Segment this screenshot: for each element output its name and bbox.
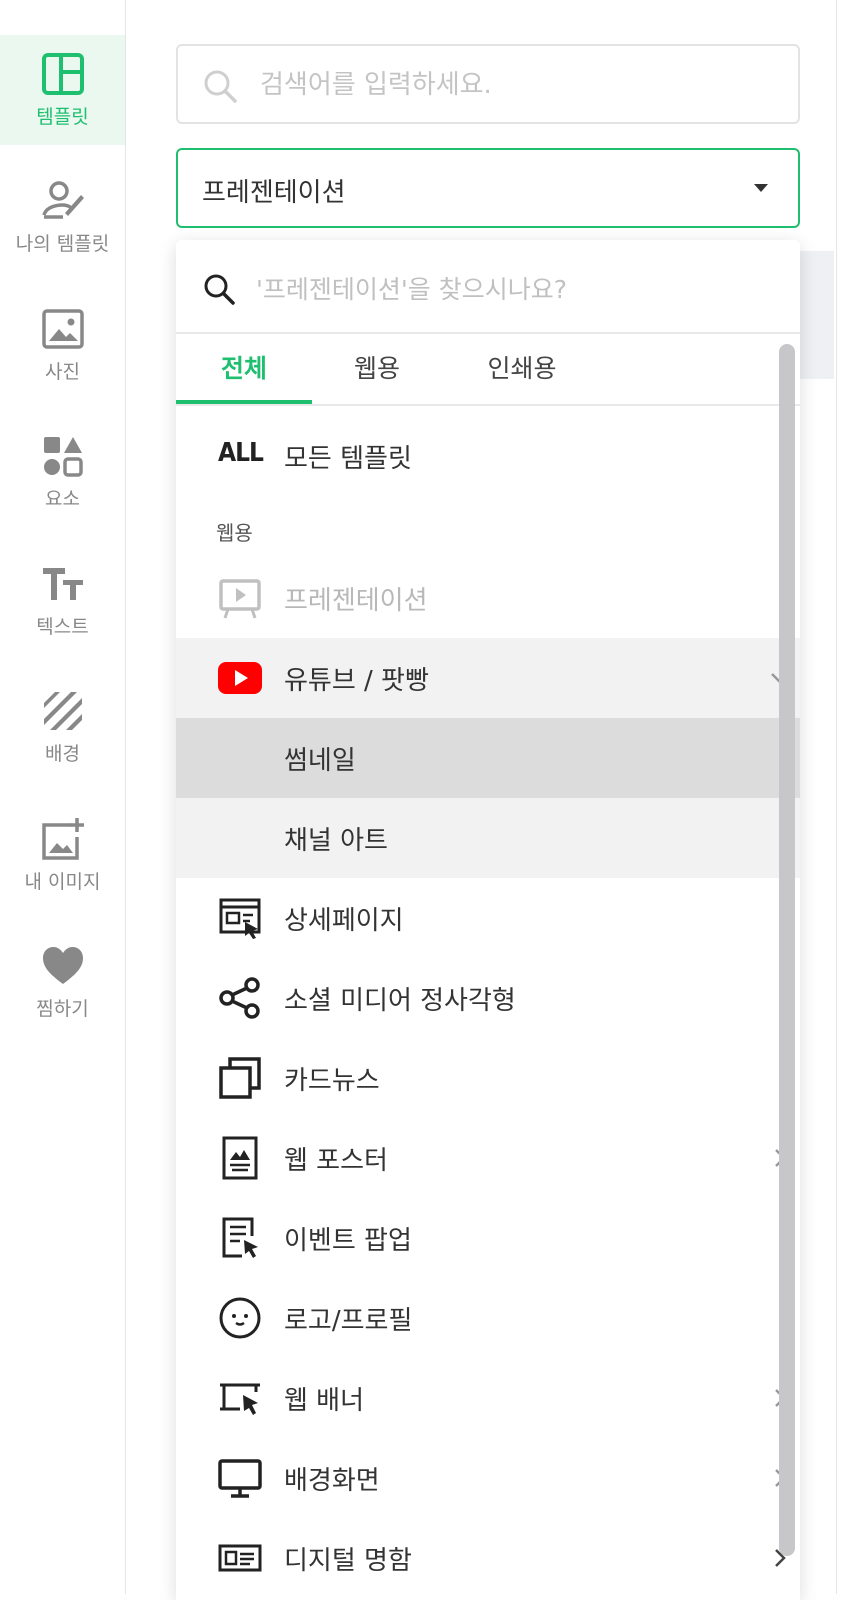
dropdown-item-label: 유튜브 / 팟빵 <box>284 666 429 696</box>
dropdown-item-wallpaper[interactable]: 배경화면 <box>176 1438 800 1518</box>
sidebar-item-favorites[interactable]: 찜하기 <box>0 927 125 1037</box>
search-icon <box>204 70 237 103</box>
sidebar-item-label: 찜하기 <box>36 998 89 1020</box>
dropdown-item-logo-profile[interactable]: 로고/프로필 <box>176 1278 800 1358</box>
dropdown-item-label: 썸네일 <box>284 746 356 776</box>
category-select[interactable]: 프레젠테이션 <box>176 148 800 228</box>
template-icon <box>41 53 84 95</box>
sidebar-item-template[interactable]: 템플릿 <box>0 35 125 145</box>
template-search-box <box>176 44 800 124</box>
dropdown-item-label: 소셜 미디어 정사각형 <box>284 986 516 1016</box>
dropdown-item-label: 웹 포스터 <box>284 1146 388 1176</box>
sidebar-item-label: 요소 <box>45 488 80 510</box>
dropdown-item-label: 상세페이지 <box>284 906 404 936</box>
sidebar-item-background[interactable]: 배경 <box>0 672 125 782</box>
monitor-icon <box>218 1459 262 1498</box>
sidebar-item-label: 내 이미지 <box>24 871 101 893</box>
dropdown-item-social-media-square[interactable]: 소셜 미디어 정사각형 <box>176 958 800 1038</box>
card-news-icon <box>219 1057 261 1099</box>
business-card-icon <box>218 1544 262 1572</box>
background-icon <box>43 692 82 730</box>
my-template-icon <box>41 181 84 219</box>
dropdown-item-presentation: 프레젠테이션 <box>176 558 800 638</box>
sidebar: 템플릿 나의 템플릿 사진 요소 텍스트 배경 내 이미지 찜하기 <box>0 0 126 1594</box>
dropdown-item-all-templates[interactable]: ALL 모든 템플릿 <box>176 416 800 496</box>
section-label-web: 웹용 <box>216 521 253 545</box>
photo-icon <box>41 309 84 349</box>
dropdown-item-event-popup[interactable]: 이벤트 팝업 <box>176 1198 800 1278</box>
dropdown-scrollbar[interactable] <box>779 344 795 1556</box>
youtube-icon <box>218 662 262 694</box>
presentation-icon <box>219 579 261 619</box>
sidebar-item-my-template[interactable]: 나의 템플릿 <box>0 162 125 272</box>
dropdown-item-web-poster[interactable]: 웹 포스터 <box>176 1118 800 1198</box>
search-input[interactable] <box>260 60 780 110</box>
sidebar-item-label: 템플릿 <box>36 106 89 128</box>
logo-profile-icon <box>219 1297 261 1339</box>
detail-page-icon <box>219 898 261 939</box>
dropdown-item-label: 웹 배너 <box>284 1386 365 1416</box>
panel-divider <box>836 0 837 1594</box>
dropdown-item-label: 디지털 명함 <box>284 1546 412 1576</box>
tab-all[interactable]: 전체 <box>176 334 312 404</box>
active-tab-indicator <box>176 400 312 404</box>
web-banner-icon <box>220 1383 260 1415</box>
share-icon <box>219 977 260 1019</box>
dropdown-item-label: 채널 아트 <box>284 826 388 856</box>
dropdown-item-label: 배경화면 <box>284 1466 380 1496</box>
sidebar-item-label: 나의 템플릿 <box>15 233 110 255</box>
web-poster-icon <box>222 1136 258 1180</box>
dropdown-item-label: 프레젠테이션 <box>284 586 428 616</box>
dropdown-subitem-channel-art[interactable]: 채널 아트 <box>176 798 800 878</box>
text-icon <box>42 568 83 600</box>
dropdown-subitem-thumbnail[interactable]: 썸네일 <box>176 718 800 798</box>
search-icon <box>204 274 235 305</box>
category-dropdown: '프레젠테이션'을 찾으시나요? 전체 웹용 인쇄용 ALL 모든 템플릿 웹용… <box>176 240 800 1600</box>
dropdown-item-label: 로고/프로필 <box>284 1306 413 1336</box>
sidebar-item-label: 사진 <box>45 361 80 383</box>
dropdown-item-label: 모든 템플릿 <box>284 444 412 474</box>
tab-print[interactable]: 인쇄용 <box>442 334 602 404</box>
dropdown-item-label: 카드뉴스 <box>284 1066 380 1096</box>
caret-down-icon <box>754 184 768 192</box>
dropdown-item-digital-business-card[interactable]: 디지털 명함 <box>176 1518 800 1598</box>
dropdown-item-label: 이벤트 팝업 <box>284 1226 412 1256</box>
dropdown-item-web-banner[interactable]: 웹 배너 <box>176 1358 800 1438</box>
sidebar-item-label: 배경 <box>45 743 80 765</box>
dropdown-tabs: 전체 웹용 인쇄용 <box>176 334 800 406</box>
dropdown-item-detail-page[interactable]: 상세페이지 <box>176 878 800 958</box>
sidebar-item-text[interactable]: 텍스트 <box>0 545 125 655</box>
event-popup-icon <box>222 1217 258 1258</box>
dropdown-search[interactable]: '프레젠테이션'을 찾으시나요? <box>176 240 800 334</box>
heart-icon <box>42 947 83 984</box>
all-badge: ALL <box>218 438 264 468</box>
sidebar-item-my-image[interactable]: 내 이미지 <box>0 800 125 910</box>
sidebar-item-label: 텍스트 <box>36 616 89 638</box>
dropdown-item-youtube[interactable]: 유튜브 / 팟빵 <box>176 638 800 718</box>
category-select-value: 프레젠테이션 <box>202 178 346 208</box>
sidebar-item-elements[interactable]: 요소 <box>0 417 125 527</box>
my-image-icon <box>41 818 84 860</box>
dropdown-item-card-news[interactable]: 카드뉴스 <box>176 1038 800 1118</box>
tab-web[interactable]: 웹용 <box>312 334 442 404</box>
dropdown-search-placeholder: '프레젠테이션'을 찾으시나요? <box>256 275 567 304</box>
elements-icon <box>43 437 83 477</box>
sidebar-item-photo[interactable]: 사진 <box>0 290 125 400</box>
